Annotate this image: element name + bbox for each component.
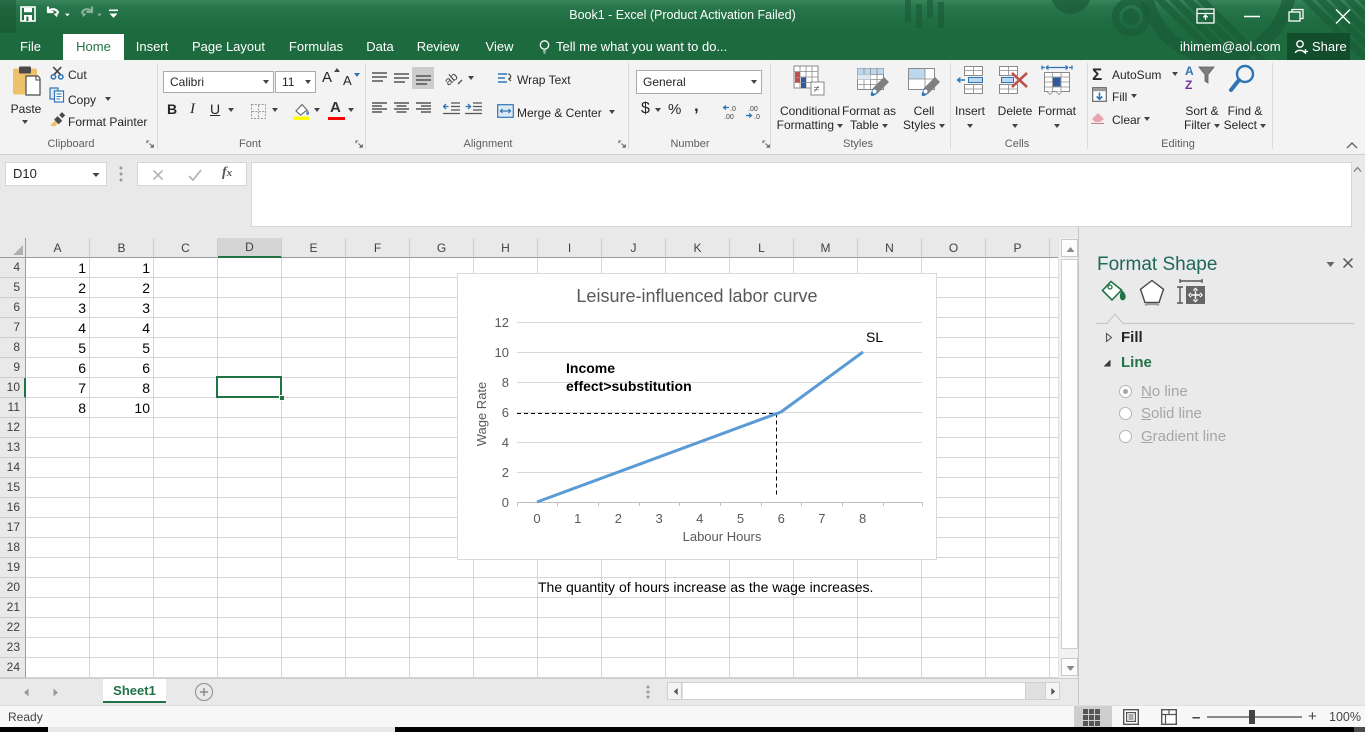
svg-text:0: 0 <box>533 511 540 526</box>
svg-text:6: 6 <box>502 405 509 420</box>
svg-text:effect>substitution: effect>substitution <box>566 378 692 394</box>
svg-text:.00: .00 <box>748 106 758 113</box>
svg-text:12: 12 <box>495 315 509 330</box>
svg-text:Wage Rate: Wage Rate <box>474 382 489 447</box>
svg-text:5: 5 <box>737 511 744 526</box>
svg-text:A: A <box>1185 64 1194 78</box>
svg-text:8: 8 <box>502 375 509 390</box>
svg-text:4: 4 <box>696 511 703 526</box>
svg-text:0: 0 <box>502 495 509 510</box>
svg-text:3: 3 <box>655 511 662 526</box>
svg-text:SL: SL <box>866 329 883 345</box>
svg-text:.00: .00 <box>724 114 734 120</box>
svg-text:6: 6 <box>778 511 785 526</box>
svg-text:Z: Z <box>1185 78 1192 92</box>
svg-text:10: 10 <box>495 345 509 360</box>
svg-text:Labour Hours: Labour Hours <box>683 529 762 544</box>
svg-text:2: 2 <box>615 511 622 526</box>
svg-text:.0: .0 <box>754 114 760 120</box>
svg-text:4: 4 <box>502 435 509 450</box>
svg-text:Income: Income <box>566 360 615 376</box>
svg-text:7: 7 <box>818 511 825 526</box>
svg-text:2: 2 <box>502 465 509 480</box>
svg-text:8: 8 <box>859 511 866 526</box>
svg-text:≠: ≠ <box>814 84 820 96</box>
svg-text:.0: .0 <box>730 106 736 113</box>
svg-text:ab: ab <box>445 70 461 87</box>
svg-text:1: 1 <box>574 511 581 526</box>
svg-text:Leisure-influenced labor curve: Leisure-influenced labor curve <box>576 286 817 306</box>
